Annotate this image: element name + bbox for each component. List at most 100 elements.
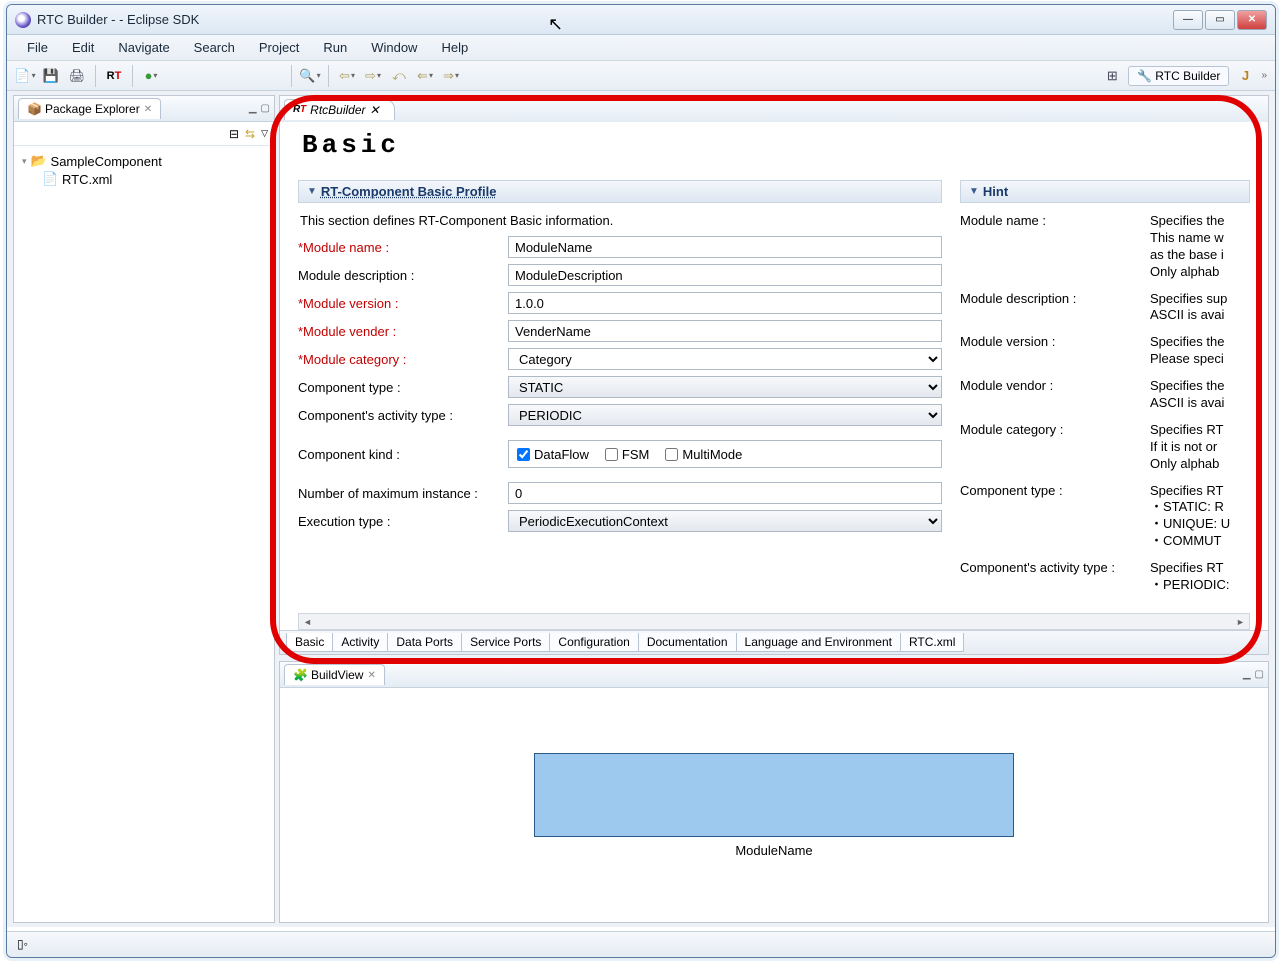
label-activity-type: Component's activity type :	[298, 408, 508, 423]
component-box[interactable]	[534, 753, 1014, 837]
close-button[interactable]: ✕	[1237, 10, 1267, 30]
menu-edit[interactable]: Edit	[62, 36, 104, 59]
menu-project[interactable]: Project	[249, 36, 309, 59]
fsm-checkbox[interactable]	[605, 448, 618, 461]
checkbox-fsm[interactable]: FSM	[605, 447, 649, 462]
minimize-view-icon[interactable]: ▁	[249, 103, 257, 114]
section-title: RT-Component Basic Profile	[321, 184, 497, 199]
main-toolbar: 📄▾ 💾 🖨 RT ●▾ 🔍▾ ⇦▾ ⇨▾ ⤺ ⇐▾ ⇒▾ ⊞ 🔧 RTC Bu…	[7, 61, 1275, 91]
module-version-field[interactable]	[508, 292, 942, 314]
editor-tab-rtcbuilder[interactable]: RT RtcBuilder ✕	[284, 99, 395, 120]
buildview-canvas: ModuleName	[280, 688, 1268, 922]
maximize-button[interactable]: ▭	[1205, 10, 1235, 30]
minimize-button[interactable]: —	[1173, 10, 1203, 30]
module-category-select[interactable]: Category	[508, 348, 942, 370]
perspective-more[interactable]: »	[1261, 70, 1267, 81]
twistie-icon[interactable]: ▼	[307, 186, 317, 197]
module-description-field[interactable]	[508, 264, 942, 286]
buildview-title: BuildView	[311, 668, 363, 682]
label-component-type: Component type :	[298, 380, 508, 395]
save-icon[interactable]: 💾	[40, 65, 62, 87]
link-editor-icon[interactable]: ⇆	[245, 127, 255, 141]
twistie-icon[interactable]: ▼	[969, 186, 979, 197]
checkbox-multimode[interactable]: MultiMode	[665, 447, 742, 462]
close-editor-icon[interactable]: ✕	[370, 103, 380, 117]
menu-window[interactable]: Window	[361, 36, 427, 59]
titlebar: RTC Builder - - Eclipse SDK — ▭ ✕	[7, 5, 1275, 35]
tab-documentation[interactable]: Documentation	[638, 633, 737, 652]
component-kind-group: DataFlow FSM MultiMode	[508, 440, 942, 468]
window-title: RTC Builder - - Eclipse SDK	[37, 12, 199, 27]
module-vender-field[interactable]	[508, 320, 942, 342]
hint-label-module-category: Module category :	[960, 422, 1150, 473]
search-tool-icon[interactable]: 🔍▾	[299, 65, 321, 87]
new-icon[interactable]: 📄▾	[14, 65, 36, 87]
project-tree: ▾ 📂 SampleComponent 📄 RTC.xml	[14, 146, 274, 194]
close-view-icon[interactable]: ✕	[144, 104, 152, 115]
separator	[132, 65, 133, 87]
close-view-icon[interactable]: ✕	[367, 670, 375, 681]
tab-serviceports[interactable]: Service Ports	[461, 633, 550, 652]
java-perspective-icon[interactable]: J	[1234, 65, 1256, 87]
view-menu-icon[interactable]: ▽	[261, 128, 268, 139]
tree-file[interactable]: 📄 RTC.xml	[22, 170, 266, 188]
multimode-checkbox[interactable]	[665, 448, 678, 461]
package-explorer-panel: 📦 Package Explorer ✕ ▁ ▢ ⊟ ⇆ ▽ ▾ 📂 Sampl	[13, 95, 275, 923]
form-bottom-tabs: Basic Activity Data Ports Service Ports …	[280, 630, 1268, 654]
component-type-select[interactable]: STATIC	[508, 376, 942, 398]
collapse-all-icon[interactable]: ⊟	[229, 127, 239, 141]
open-perspective-icon[interactable]: ⊞	[1101, 65, 1123, 87]
component-label: ModuleName	[735, 843, 812, 858]
menu-navigate[interactable]: Navigate	[108, 36, 179, 59]
tab-dataports[interactable]: Data Ports	[387, 633, 462, 652]
menu-run[interactable]: Run	[313, 36, 357, 59]
horizontal-scrollbar[interactable]: ◄ ►	[298, 613, 1250, 630]
scroll-left-icon[interactable]: ◄	[299, 617, 316, 627]
expand-icon[interactable]: ▾	[22, 156, 27, 167]
profile-section: ▼ RT-Component Basic Profile This sectio…	[298, 180, 942, 628]
rt-icon[interactable]: RT	[103, 65, 125, 87]
maximize-view-icon[interactable]: ▢	[261, 103, 270, 114]
activity-type-select[interactable]: PERIODIC	[508, 404, 942, 426]
nav-left-icon[interactable]: ⇐▾	[414, 65, 436, 87]
run-icon[interactable]: ●▾	[140, 65, 162, 87]
status-icon[interactable]: ▯◦	[17, 937, 33, 953]
checkbox-dataflow[interactable]: DataFlow	[517, 447, 589, 462]
minimize-view-icon[interactable]: ▁	[1243, 669, 1251, 680]
menu-search[interactable]: Search	[184, 36, 245, 59]
folder-icon: 📂	[31, 153, 47, 169]
menu-file[interactable]: File	[17, 36, 58, 59]
hint-section: ▼ Hint Module name :Specifies the This n…	[960, 180, 1250, 628]
nav-back-icon[interactable]: ⇦▾	[336, 65, 358, 87]
section-header-hint[interactable]: ▼ Hint	[960, 180, 1250, 203]
label-module-name: *Module name :	[298, 240, 508, 255]
tab-activity[interactable]: Activity	[332, 633, 388, 652]
print-icon[interactable]: 🖨	[66, 65, 88, 87]
buildview-tab[interactable]: 🧩 BuildView ✕	[284, 664, 385, 685]
dataflow-checkbox[interactable]	[517, 448, 530, 461]
package-explorer-icon: 📦	[27, 102, 41, 116]
tab-configuration[interactable]: Configuration	[549, 633, 638, 652]
maximize-view-icon[interactable]: ▢	[1255, 669, 1264, 680]
label-module-category: *Module category :	[298, 352, 508, 367]
workspace: 📦 Package Explorer ✕ ▁ ▢ ⊟ ⇆ ▽ ▾ 📂 Sampl	[7, 91, 1275, 927]
tab-basic[interactable]: Basic	[286, 633, 333, 652]
menu-help[interactable]: Help	[431, 36, 478, 59]
scroll-right-icon[interactable]: ►	[1232, 617, 1249, 627]
perspective-label: RTC Builder	[1155, 69, 1220, 83]
tree-project[interactable]: ▾ 📂 SampleComponent	[22, 152, 266, 170]
editor-tab-icon: RT	[293, 104, 306, 115]
tab-rtcxml[interactable]: RTC.xml	[900, 633, 964, 652]
section-header-profile[interactable]: ▼ RT-Component Basic Profile	[298, 180, 942, 203]
package-explorer-tab[interactable]: 📦 Package Explorer ✕	[18, 98, 161, 119]
nav-right-icon[interactable]: ⇒▾	[440, 65, 462, 87]
hint-label-module-desc: Module description :	[960, 291, 1150, 325]
perspective-button[interactable]: 🔧 RTC Builder	[1128, 66, 1229, 86]
tab-langenv[interactable]: Language and Environment	[736, 633, 901, 652]
nav-prev-icon[interactable]: ⤺	[388, 65, 410, 87]
eclipse-icon	[15, 12, 31, 28]
max-instance-field[interactable]	[508, 482, 942, 504]
execution-type-select[interactable]: PeriodicExecutionContext	[508, 510, 942, 532]
module-name-field[interactable]	[508, 236, 942, 258]
nav-fwd-icon[interactable]: ⇨▾	[362, 65, 384, 87]
